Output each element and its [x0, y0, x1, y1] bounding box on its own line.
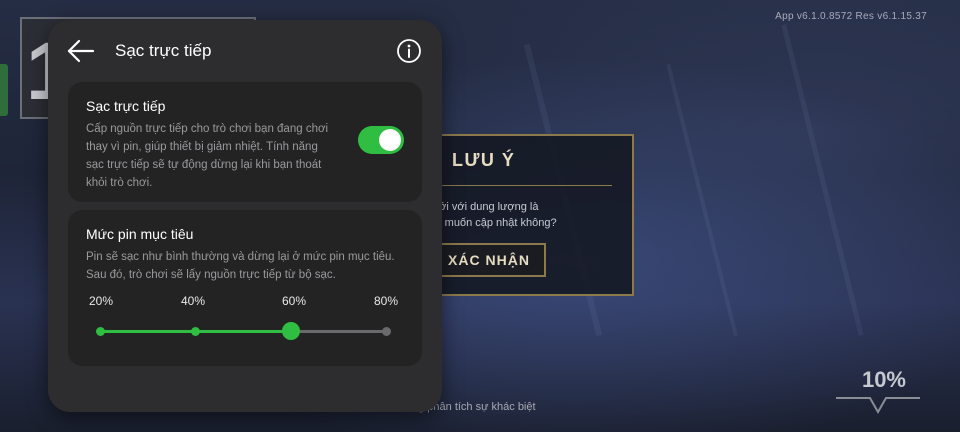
panel-title: Sạc trực tiếp [115, 41, 212, 60]
direct-charging-desc-line-3: sạc trực tiếp sẽ tự động dừng lại khi bạ… [86, 159, 322, 171]
info-circle-icon[interactable] [396, 38, 422, 64]
direct-charging-title: Sạc trực tiếp [86, 98, 166, 114]
app-version-text: App v6.1.0.8572 Res v6.1.15.37 [775, 11, 927, 22]
level-label-20: 20% [89, 294, 114, 308]
direct-charging-desc-line-4: khỏi trò chơi. [86, 177, 153, 189]
target-battery-title: Mức pin mục tiêu [86, 226, 194, 242]
target-battery-desc-line-1: Pin sẽ sạc như bình thường và dừng lại ở… [86, 251, 395, 263]
edge-tab[interactable] [0, 64, 8, 116]
direct-charging-panel: Sạc trực tiếp Sạc trực tiếp Cấp nguồn tr… [48, 20, 442, 412]
toggle-knob [379, 129, 401, 151]
slider-stop-20[interactable] [95, 327, 105, 336]
arrow-left-icon[interactable] [66, 38, 96, 64]
target-battery-desc-line-2: Sau đó, trò chơi sẽ lấy nguồn trực tiếp … [86, 269, 336, 281]
level-label-60: 60% [282, 294, 307, 308]
level-label-80: 80% [374, 294, 399, 308]
direct-charging-toggle[interactable] [358, 126, 404, 154]
slider-stop-80[interactable] [381, 327, 391, 336]
target-battery-slider[interactable] [95, 322, 391, 340]
notice-text-line-2: có muốn cập nhật không? [430, 217, 557, 229]
direct-charging-desc-line-2: thay vì pin, giúp thiết bị giảm nhiệt. T… [86, 141, 318, 153]
confirm-button[interactable]: XÁC NHẬN [432, 243, 546, 277]
notice-title: LƯU Ý [452, 150, 516, 170]
target-battery-card: Mức pin mục tiêu Pin sẽ sạc như bình thư… [68, 210, 422, 366]
download-progress-percent: 10% [861, 367, 906, 392]
level-label-40: 40% [181, 294, 206, 308]
notice-divider [440, 185, 612, 186]
direct-charging-card: Sạc trực tiếp Cấp nguồn trực tiếp cho tr… [68, 82, 422, 202]
slider-thumb[interactable] [281, 322, 300, 340]
notice-text-line-1: mới với dung lượng là [430, 201, 539, 213]
chevron-down-icon [836, 397, 920, 415]
slider-stop-40[interactable] [190, 327, 200, 336]
direct-charging-desc-line-1: Cấp nguồn trực tiếp cho trò chơi bạn đan… [86, 123, 329, 135]
